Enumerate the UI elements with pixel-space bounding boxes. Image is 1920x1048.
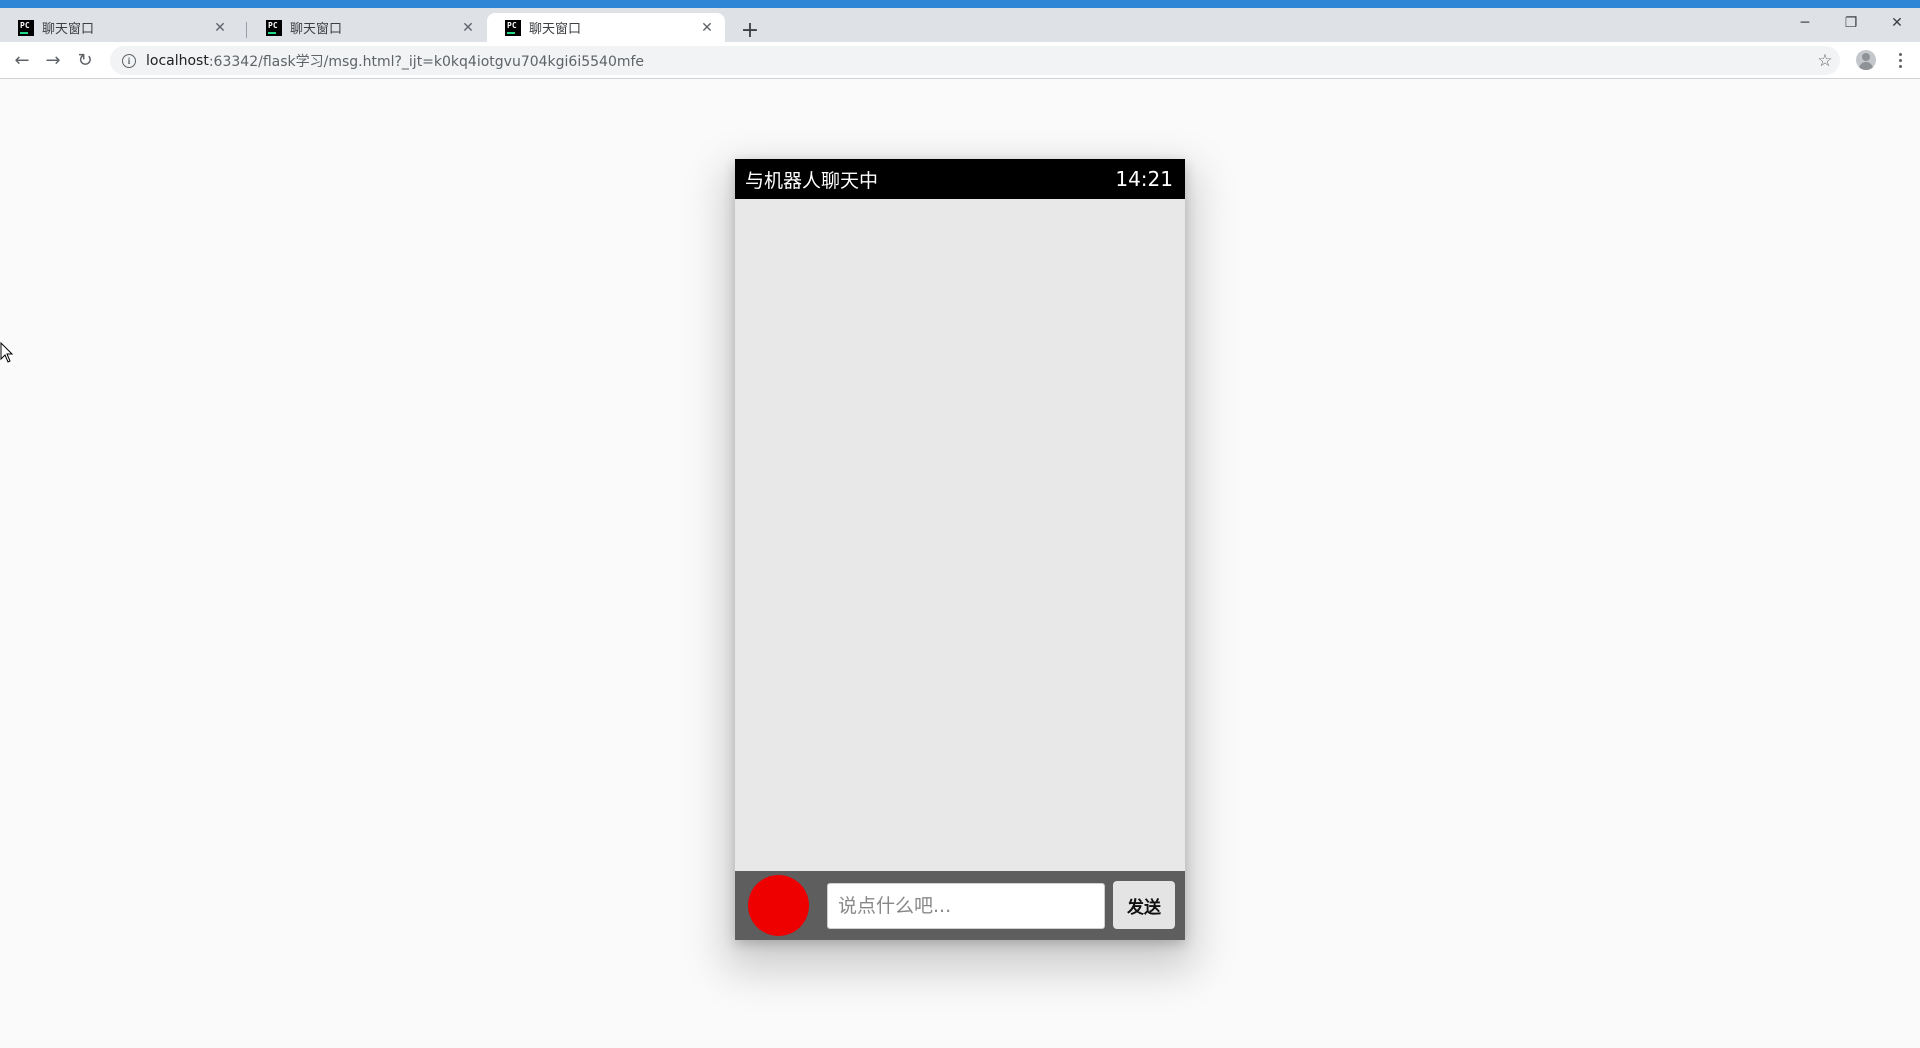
minimize-icon[interactable]: ─	[1782, 8, 1828, 38]
pycharm-favicon-icon: PC	[18, 19, 34, 36]
restore-icon[interactable]: ❐	[1828, 8, 1874, 38]
window-accent-bar	[0, 0, 1920, 8]
pycharm-favicon-icon: PC	[266, 19, 282, 36]
voice-record-button[interactable]	[748, 875, 809, 936]
browser-tab-2[interactable]: PC 聊天窗口 ✕	[248, 13, 486, 42]
chat-header: 与机器人聊天中 14:21	[735, 159, 1185, 199]
kebab-menu-icon[interactable]	[1892, 50, 1908, 70]
tab-strip: PC 聊天窗口 ✕ PC 聊天窗口 ✕ PC 聊天窗口 ✕ +	[0, 8, 1920, 43]
message-input[interactable]	[827, 883, 1105, 929]
mouse-cursor-icon	[0, 342, 14, 363]
tab-title: 聊天窗口	[42, 22, 95, 37]
close-icon[interactable]: ✕	[212, 20, 228, 36]
browser-toolbar: ← → ↻ i localhost:63342/flask学习/msg.html…	[0, 42, 1920, 79]
forward-arrow-icon[interactable]: →	[41, 48, 65, 72]
close-window-icon[interactable]: ✕	[1874, 8, 1920, 38]
chat-time: 14:21	[1115, 167, 1173, 191]
browser-tab-3-active[interactable]: PC 聊天窗口 ✕	[487, 13, 725, 42]
chat-window: 与机器人聊天中 14:21 发送	[735, 159, 1185, 940]
close-icon[interactable]: ✕	[460, 20, 476, 36]
avatar-icon[interactable]	[1856, 50, 1876, 70]
back-arrow-icon[interactable]: ←	[10, 48, 34, 72]
tab-separator	[246, 22, 247, 38]
info-icon[interactable]: i	[122, 53, 136, 68]
browser-tab-1[interactable]: PC 聊天窗口 ✕	[0, 13, 238, 42]
url-path: :63342/flask学习/msg.html?_ijt=k0kq4iotgvu…	[208, 53, 645, 70]
message-list[interactable]	[735, 199, 1185, 871]
tab-title: 聊天窗口	[529, 22, 582, 37]
tab-title: 聊天窗口	[290, 22, 343, 37]
star-icon[interactable]: ☆	[1810, 46, 1840, 75]
send-button[interactable]: 发送	[1113, 881, 1175, 929]
window-controls: ─ ❐ ✕	[1782, 8, 1920, 38]
url-host: localhost	[146, 52, 209, 69]
address-bar[interactable]: i localhost:63342/flask学习/msg.html?_ijt=…	[110, 46, 1840, 75]
input-bar: 发送	[735, 871, 1185, 940]
chat-title: 与机器人聊天中	[745, 169, 879, 192]
new-tab-button[interactable]: +	[738, 18, 762, 43]
close-icon[interactable]: ✕	[699, 20, 715, 36]
pycharm-favicon-icon: PC	[505, 19, 521, 36]
reload-icon[interactable]: ↻	[73, 48, 97, 72]
